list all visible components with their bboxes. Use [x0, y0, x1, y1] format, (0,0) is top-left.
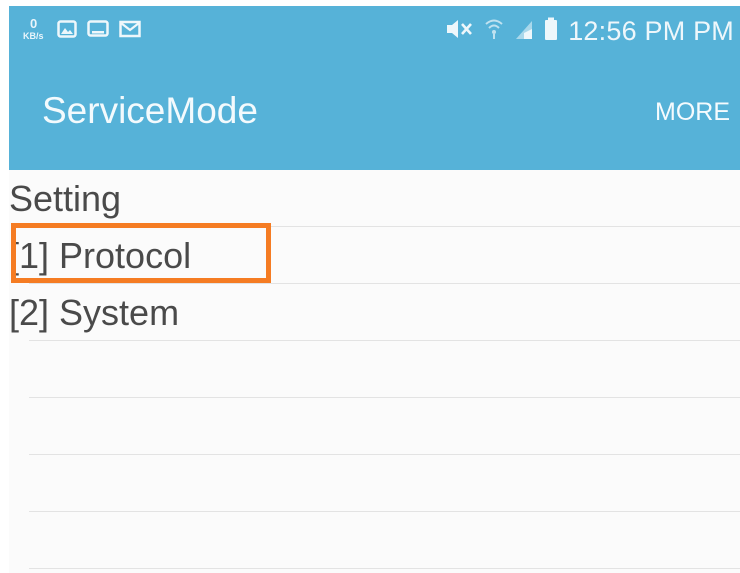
divider	[29, 397, 740, 398]
divider	[29, 340, 740, 341]
net-speed-indicator: 0 KB/s	[23, 16, 47, 44]
screen-icon	[87, 19, 109, 44]
net-speed-value: 0	[30, 16, 38, 31]
image-icon	[57, 19, 77, 44]
list-item-setting: Setting	[9, 170, 740, 226]
divider	[29, 454, 740, 455]
status-right: 12:56 PM PM	[444, 16, 734, 46]
phone-screen: 0 KB/s 12:56 PM PM ServiceMode MORE Sett…	[9, 6, 740, 573]
divider	[29, 568, 740, 569]
divider	[29, 511, 740, 512]
battery-icon	[544, 17, 558, 46]
list-item-label: Setting	[9, 178, 122, 219]
status-left: 0 KB/s	[23, 16, 141, 44]
list-item-system[interactable]: [2] System	[9, 284, 740, 340]
status-clock: 12:56 PM PM	[568, 15, 734, 46]
mute-icon	[444, 18, 474, 45]
mail-icon	[119, 20, 141, 43]
app-header: 0 KB/s 12:56 PM PM ServiceMode MORE	[9, 6, 740, 170]
status-bar: 0 KB/s 12:56 PM PM	[9, 6, 740, 58]
wifi-icon	[484, 18, 504, 45]
more-button[interactable]: MORE	[655, 98, 730, 127]
app-title: ServiceMode	[42, 90, 258, 131]
protocol-highlight-box	[11, 223, 271, 283]
signal-icon	[514, 18, 534, 45]
list-item-label: [2] System	[9, 292, 180, 333]
net-speed-unit: KB/s	[23, 31, 44, 41]
